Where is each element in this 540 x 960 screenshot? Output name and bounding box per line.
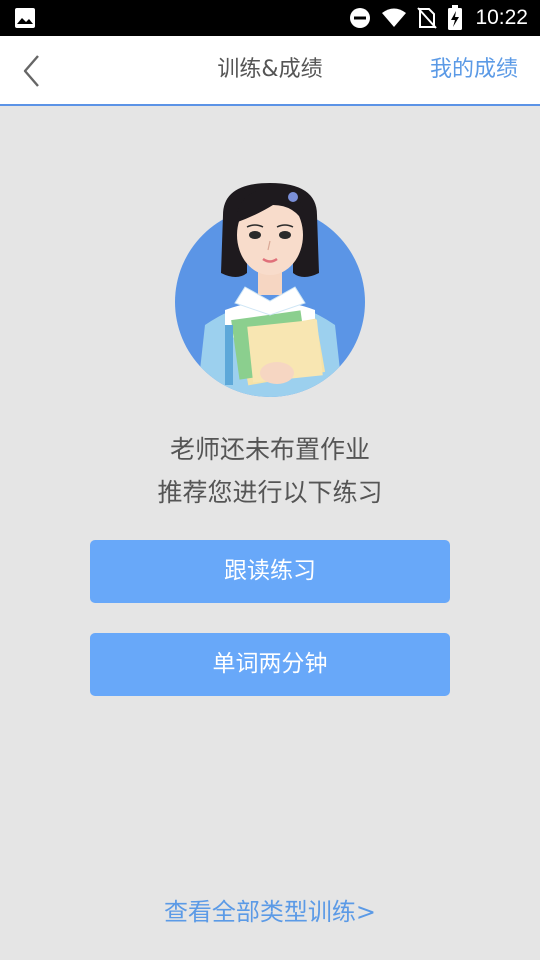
view-all-training-link[interactable]: 查看全部类型训练> xyxy=(0,892,540,927)
no-sim-icon xyxy=(417,6,438,30)
my-scores-link[interactable]: 我的成绩 xyxy=(430,36,518,104)
follow-reading-button[interactable]: 跟读练习 xyxy=(90,540,450,603)
back-button[interactable] xyxy=(14,50,54,90)
chevron-left-icon xyxy=(23,55,39,87)
image-icon xyxy=(14,7,36,29)
clock: 10:22 xyxy=(475,6,528,29)
message-line-2: 推荐您进行以下练习 xyxy=(157,478,383,507)
word-two-minutes-button[interactable]: 单词两分钟 xyxy=(90,633,450,696)
status-bar: 10:22 xyxy=(0,0,540,36)
no-homework-message: 老师还未布置作业 推荐您进行以下练习 xyxy=(0,428,540,514)
battery-charging-icon xyxy=(447,5,463,31)
app-header: 训练&成绩 我的成绩 xyxy=(0,36,540,106)
dnd-icon xyxy=(349,7,371,29)
wifi-icon xyxy=(381,7,407,29)
message-line-1: 老师还未布置作业 xyxy=(169,435,370,464)
teacher-avatar xyxy=(165,175,375,405)
